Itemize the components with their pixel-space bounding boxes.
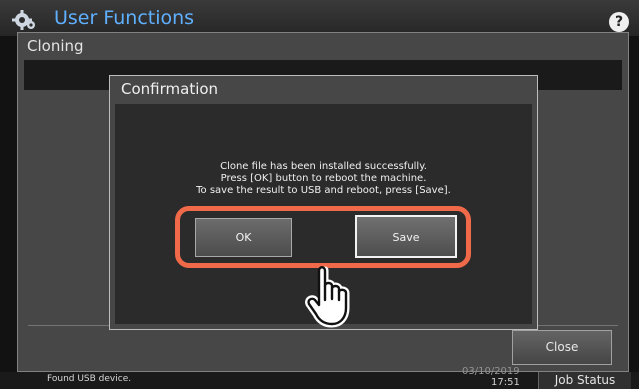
status-time: 17:51 [491,377,520,388]
dialog-message-line: Press [OK] button to reboot the machine. [220,173,427,184]
app-header: User Functions ? [0,0,639,36]
buttons-highlight-frame [175,206,471,268]
dialog-message-line: To save the result to USB and reboot, pr… [196,185,451,196]
status-bar: Found USB device. 03/10/2019 17:51 Job S… [0,366,639,389]
help-button[interactable]: ? [609,12,629,32]
gear-icon [12,10,35,30]
dialog-message-line: Clone file has been installed successful… [220,161,427,172]
app-title: User Functions [54,7,195,29]
job-status-button[interactable]: Job Status [538,372,631,389]
status-message: Found USB device. [47,374,132,384]
pointing-hand-icon [305,266,350,328]
dialog-title: Confirmation [121,80,219,98]
